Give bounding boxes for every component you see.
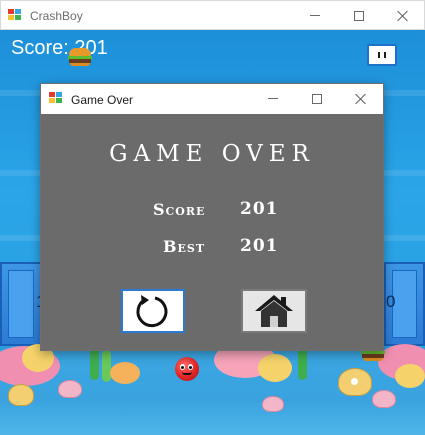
game-score-text: Score: 201 [11,37,108,59]
home-icon [255,295,293,327]
maximize-button[interactable] [337,1,381,30]
home-button[interactable] [241,289,307,333]
right-block: 0 [384,262,425,346]
red-ball-character [175,357,199,381]
restart-button[interactable] [121,289,185,333]
shell-icon [372,390,396,408]
dialog-maximize-button[interactable] [295,84,339,113]
best-label: Best [163,237,206,256]
close-button[interactable] [381,1,425,30]
game-over-heading: GAME OVER [109,141,315,167]
game-over-dialog: Game Over GAME OVER Score 201 Best 201 [40,83,384,351]
shell-icon [8,384,34,406]
sea-floor [0,340,425,435]
app-icon [8,9,22,22]
right-block-digit: 0 [386,292,396,311]
pearl-icon [351,378,358,385]
score-value: 201 [240,199,279,219]
dialog-titlebar: Game Over [41,84,383,114]
pause-icon [378,52,380,58]
restart-icon [136,295,168,328]
maximize-icon [312,93,322,104]
main-window-titlebar: CrashBoy [0,0,425,30]
burger-icon [68,48,92,66]
pause-button[interactable] [367,44,397,66]
close-icon [355,93,367,105]
left-block: 1 [0,262,45,346]
dialog-close-button[interactable] [339,84,383,113]
dialog-title: Game Over [71,93,134,107]
maximize-icon [354,10,364,21]
score-label: Score [153,200,206,219]
app-icon [49,92,63,105]
minimize-icon [268,98,278,99]
dialog-minimize-button[interactable] [251,84,295,113]
main-window-title: CrashBoy [30,9,83,23]
close-icon [397,10,409,22]
shell-icon [58,380,82,398]
best-value: 201 [240,236,279,256]
minimize-button[interactable] [293,1,337,30]
minimize-icon [310,15,320,16]
shell-icon [262,396,284,412]
